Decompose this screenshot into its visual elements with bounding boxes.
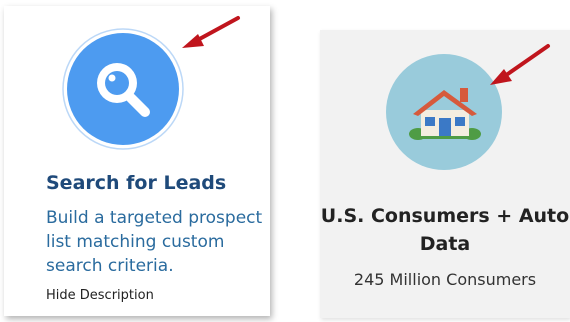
search-card-description: Build a targeted prospect list matching … (46, 208, 263, 276)
arrow-annotation-icon (182, 16, 240, 48)
screenshot-stage: Search for Leads Build a targeted prospe… (0, 0, 570, 322)
search-icon (62, 28, 184, 150)
house-icon (386, 54, 502, 170)
consumers-card-title[interactable]: U.S. Consumers + Auto Data (320, 202, 570, 258)
consumers-card-subtitle: 245 Million Consumers (353, 270, 537, 289)
hide-description-link[interactable]: Hide Description (46, 288, 154, 303)
search-for-leads-card[interactable]: Search for Leads Build a targeted prospe… (4, 6, 270, 316)
search-card-title[interactable]: Search for Leads (46, 172, 226, 194)
arrow-annotation-icon (490, 44, 550, 85)
